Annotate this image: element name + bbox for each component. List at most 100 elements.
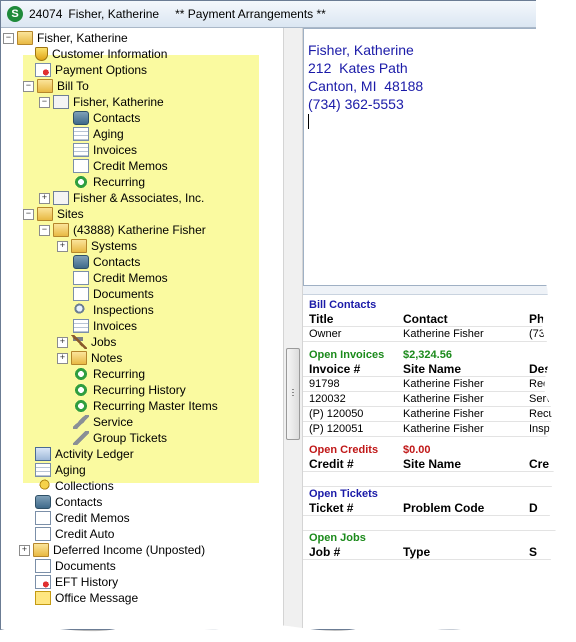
tree-node-site-credit-memos[interactable]: Credit Memos [73, 270, 168, 286]
pane-splitter[interactable] [303, 286, 561, 295]
memo-icon [73, 159, 89, 173]
tree-node-jobs[interactable]: + Jobs [57, 334, 116, 350]
collapse-icon[interactable]: − [39, 96, 50, 108]
recurring-icon [73, 367, 89, 381]
address-street: 212 Kates Path [308, 60, 408, 76]
tree-node-systems[interactable]: + Systems [57, 238, 137, 254]
tree-node-label: Bill To [57, 79, 89, 93]
tree-node-label: Recurring [93, 367, 146, 381]
tree-node-inspections[interactable]: Inspections [73, 302, 154, 318]
tree-node-root-documents[interactable]: Documents [35, 558, 116, 574]
tree-node-label: Invoices [93, 319, 138, 333]
tree-node-documents[interactable]: Documents [73, 286, 154, 302]
expand-icon[interactable]: + [39, 192, 50, 204]
open-tickets-title: Open Tickets [309, 488, 378, 500]
table-row[interactable]: 91798 Katherine Fisher Recurri [303, 377, 561, 392]
expand-icon[interactable]: + [57, 240, 68, 252]
open-invoices-header: Invoice # Site Name Descri [303, 362, 561, 377]
recurring-master-icon [73, 399, 89, 413]
contact-card-icon [53, 95, 69, 109]
folder-icon [37, 207, 53, 221]
recurring-icon [73, 175, 89, 189]
collapse-icon[interactable]: − [23, 80, 34, 92]
tree-node-credit-memos[interactable]: Credit Memos [73, 158, 168, 174]
table-row[interactable]: (P) 120051 Katherine Fisher Inspec [303, 422, 561, 437]
tree-scrollbar[interactable] [283, 28, 303, 629]
app-icon: S [7, 6, 23, 22]
tree-node-service[interactable]: Service [73, 414, 133, 430]
contact-card-icon [53, 191, 69, 205]
table-row[interactable]: 120032 Katherine Fisher Service [303, 392, 561, 407]
tree-node-aging[interactable]: Aging [73, 126, 124, 142]
tree-node-label: Credit Memos [93, 159, 168, 173]
open-jobs-title: Open Jobs [309, 532, 366, 544]
tree-node-site-invoices[interactable]: Invoices [73, 318, 137, 334]
tree-node-root-contacts[interactable]: Contacts [35, 494, 102, 510]
tree-node-collections[interactable]: Collections [35, 478, 114, 494]
folder-icon [53, 223, 69, 237]
memo-icon [35, 511, 51, 525]
table-row[interactable]: (P) 120050 Katherine Fisher Recurri [303, 407, 561, 422]
tree-node-site-43888[interactable]: − (43888) Katherine Fisher [39, 222, 206, 238]
folder-icon [33, 543, 49, 557]
tree-node-invoices[interactable]: Invoices [73, 142, 137, 158]
expand-icon[interactable]: + [57, 352, 68, 364]
tree-node-customer-information[interactable]: Customer Information [35, 46, 167, 62]
coins-icon [35, 479, 51, 493]
tree-node-office-message[interactable]: Office Message [35, 590, 138, 606]
tree-node-recurring-master-items[interactable]: Recurring Master Items [73, 398, 218, 414]
tree-node-recurring[interactable]: Recurring [73, 174, 145, 190]
memo-icon [73, 271, 89, 285]
bill-contacts-title: Bill Contacts [309, 299, 377, 311]
open-credits-amount: $0.00 [403, 444, 431, 456]
tree-node-root-credit-memos[interactable]: Credit Memos [35, 510, 130, 526]
tree-node-label: Payment Options [55, 63, 148, 77]
table-row[interactable]: Owner Katherine Fisher (734) [303, 327, 561, 342]
scrollbar-thumb[interactable] [286, 348, 300, 440]
expand-icon[interactable]: + [57, 336, 68, 348]
tree-node-eft-history[interactable]: EFT History [35, 574, 118, 590]
document-icon [73, 287, 89, 301]
tree-node-bill-to[interactable]: − Bill To [23, 78, 89, 94]
collapse-icon[interactable]: − [39, 224, 50, 236]
ledger-icon [35, 447, 51, 461]
tree-node-label: Inspections [93, 303, 154, 317]
collapse-icon[interactable]: − [3, 32, 14, 44]
tree-node-activity-ledger[interactable]: Activity Ledger [35, 446, 134, 462]
tree-node-root[interactable]: − Fisher, Katherine [3, 30, 128, 46]
tree-node-site-contacts[interactable]: Contacts [73, 254, 140, 270]
wrench-icon [73, 415, 89, 429]
customer-tree[interactable]: − Fisher, Katherine Customer Information… [1, 28, 283, 629]
tree-node-bill-to-fisher[interactable]: − Fisher, Katherine [39, 94, 164, 110]
phone-icon [73, 111, 89, 125]
tree-node-contacts[interactable]: Contacts [73, 110, 140, 126]
document-icon [35, 559, 51, 573]
tree-node-credit-auto[interactable]: Credit Auto [35, 526, 114, 542]
tree-node-label: Contacts [55, 495, 103, 509]
invoice-icon [73, 319, 89, 333]
tree-node-group-tickets[interactable]: Group Tickets [73, 430, 167, 446]
message-icon [35, 591, 51, 605]
tree-node-label: Fisher, Katherine [37, 31, 128, 45]
address-box[interactable]: Fisher, Katherine 212 Kates Path Canton,… [303, 28, 561, 286]
phone-icon [73, 255, 89, 269]
text-caret [308, 114, 309, 129]
tree-node-recurring-history[interactable]: Recurring History [73, 382, 186, 398]
tree-node-deferred-income[interactable]: + Deferred Income (Unposted) [19, 542, 205, 558]
expand-icon[interactable]: + [19, 544, 30, 556]
tree-node-label: EFT History [55, 575, 119, 589]
customer-window: S 24074 Fisher, Katherine ** Payment Arr… [0, 0, 562, 630]
tree-node-label: Customer Information [52, 47, 168, 61]
tree-node-fisher-associates[interactable]: + Fisher & Associates, Inc. [39, 190, 204, 206]
detail-pane: Fisher, Katherine 212 Kates Path Canton,… [303, 28, 561, 629]
folder-icon [37, 79, 53, 93]
tree-node-site-recurring[interactable]: Recurring [73, 366, 145, 382]
collapse-icon[interactable]: − [23, 208, 34, 220]
tree-node-root-aging[interactable]: Aging [35, 462, 86, 478]
folder-icon [71, 239, 87, 253]
tree-node-label: Activity Ledger [55, 447, 134, 461]
tree-node-payment-options[interactable]: Payment Options [35, 62, 147, 78]
tree-node-sites[interactable]: − Sites [23, 206, 84, 222]
aging-icon [73, 127, 89, 141]
tree-node-notes[interactable]: + Notes [57, 350, 122, 366]
